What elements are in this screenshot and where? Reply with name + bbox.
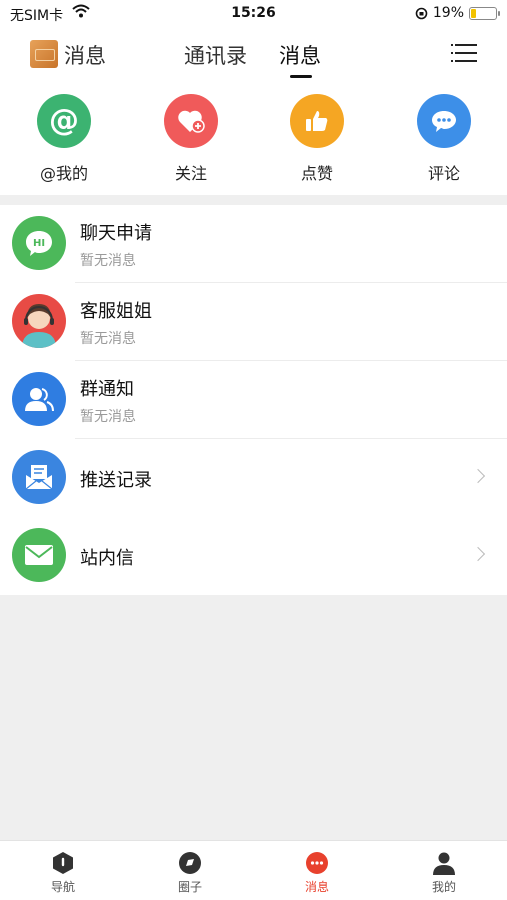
hi-text: HI <box>33 238 45 249</box>
quick-action-label: 点赞 <box>300 164 333 183</box>
messages-screen: 无SIM卡 15:26 19% 消息 通讯录 消息 @ @我的 关注 点赞 评论… <box>0 0 507 900</box>
at-icon: @ <box>37 94 91 148</box>
thumbs-up-icon <box>290 94 344 148</box>
tabbar-label: 导航 <box>50 880 75 894</box>
speech-bubble-icon <box>417 94 471 148</box>
quick-action-label: 关注 <box>174 164 207 183</box>
tabbar-nav[interactable]: 导航 <box>0 851 126 895</box>
tabbar-label: 圈子 <box>177 880 202 894</box>
orientation-lock-icon <box>415 7 428 19</box>
list-item-title: 推送记录 <box>80 470 152 491</box>
quick-action-comments[interactable]: 评论 <box>389 94 499 184</box>
heart-plus-icon <box>164 94 218 148</box>
status-right: 19% <box>415 5 500 21</box>
person-icon <box>381 851 507 875</box>
circle-icon <box>127 851 253 875</box>
tabbar-circle[interactable]: 圈子 <box>127 851 253 895</box>
quick-action-label: @我的 <box>39 164 88 183</box>
page-title: 消息 <box>64 44 106 68</box>
tabbar-me[interactable]: 我的 <box>381 851 507 895</box>
tab-messages[interactable]: 消息 <box>279 40 321 70</box>
list-item-push-history[interactable]: 推送记录 <box>0 439 507 517</box>
tab-contacts[interactable]: 通讯录 <box>184 40 247 70</box>
customer-service-avatar <box>12 294 66 348</box>
list-menu-icon[interactable] <box>451 42 477 64</box>
quick-actions: @ @我的 关注 点赞 评论 <box>0 80 507 195</box>
chevron-right-icon <box>470 546 486 562</box>
bottom-tab-bar: 导航 圈子 消息 我的 <box>0 840 507 900</box>
tabbar-label: 消息 <box>304 880 329 894</box>
quick-action-follow[interactable]: 关注 <box>136 94 246 184</box>
mail-icon <box>12 528 66 582</box>
chevron-right-icon <box>470 468 486 484</box>
tabbar-label: 我的 <box>431 880 456 894</box>
top-nav: 消息 通讯录 消息 <box>0 28 507 80</box>
message-list: HI 聊天申请 暂无消息 客服姐姐 暂无消息 群通知 暂无消息 推送记录 站内信 <box>0 205 507 595</box>
list-item-customer-service[interactable]: 客服姐姐 暂无消息 <box>0 283 507 361</box>
list-item-title: 站内信 <box>80 548 134 569</box>
list-item-subtitle: 暂无消息 <box>80 253 136 269</box>
nav-hexagon-icon <box>0 851 126 875</box>
list-item-subtitle: 暂无消息 <box>80 331 136 347</box>
list-item-title: 聊天申请 <box>80 223 152 244</box>
battery-icon <box>469 6 500 20</box>
list-item-inbox[interactable]: 站内信 <box>0 517 507 595</box>
app-logo-icon[interactable] <box>30 40 58 68</box>
list-item-group-notices[interactable]: 群通知 暂无消息 <box>0 361 507 439</box>
list-item-chat-requests[interactable]: HI 聊天申请 暂无消息 <box>0 205 507 283</box>
battery-percent: 19% <box>432 5 464 21</box>
push-envelope-icon <box>12 450 66 504</box>
quick-action-mentions[interactable]: @ @我的 <box>9 94 119 184</box>
message-dots-icon <box>254 851 380 875</box>
tabbar-messages[interactable]: 消息 <box>254 851 380 895</box>
quick-action-label: 评论 <box>427 164 460 183</box>
status-bar: 无SIM卡 15:26 19% <box>0 0 507 28</box>
quick-action-likes[interactable]: 点赞 <box>262 94 372 184</box>
group-icon <box>12 372 66 426</box>
hi-bubble-icon: HI <box>12 216 66 270</box>
list-item-title: 群通知 <box>80 379 134 400</box>
list-item-subtitle: 暂无消息 <box>80 409 136 425</box>
list-item-title: 客服姐姐 <box>80 301 152 322</box>
active-tab-indicator <box>290 75 312 78</box>
